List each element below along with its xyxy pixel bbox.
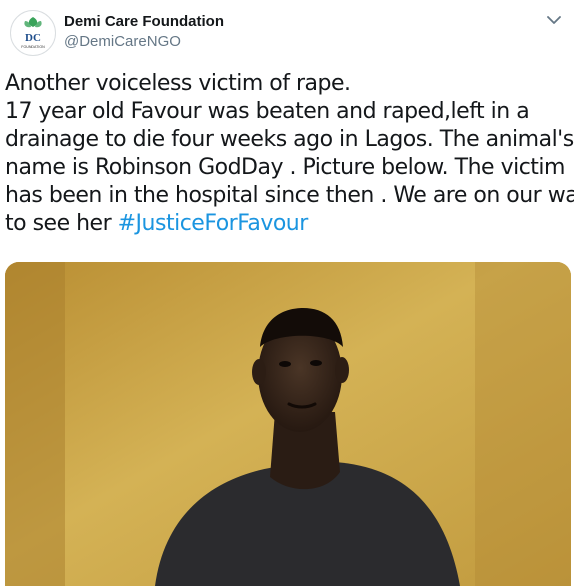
- tweet-text-line-last: to see her #JusticeForFavour: [5, 210, 571, 238]
- tweet-text: Another voiceless victim of rape. 17 yea…: [5, 70, 574, 238]
- tweet-text-line: 17 year old Favour was beaten and raped,…: [5, 99, 530, 124]
- avatar[interactable]: DC FOUNDATION: [10, 10, 56, 56]
- author-handle[interactable]: @DemiCareNGO: [64, 32, 224, 52]
- tweet-text-line: Another voiceless victim of rape.: [5, 71, 351, 96]
- author-names: Demi Care Foundation @DemiCareNGO: [64, 12, 224, 52]
- tweet-text-line: drainage to die four weeks ago in Lagos.…: [5, 127, 574, 152]
- chevron-down-icon: [547, 15, 561, 24]
- svg-text:FOUNDATION: FOUNDATION: [21, 45, 45, 49]
- demi-care-logo-icon: DC FOUNDATION: [12, 12, 54, 54]
- photo-of-man: [5, 262, 571, 586]
- hashtag-link[interactable]: #JusticeForFavour: [118, 211, 309, 236]
- author-display-name[interactable]: Demi Care Foundation: [64, 12, 224, 32]
- svg-text:DC: DC: [25, 32, 41, 44]
- tweet-card: DC FOUNDATION Demi Care Foundation @Demi…: [0, 0, 574, 586]
- tweet-photo[interactable]: [5, 262, 571, 586]
- tweet-text-line: name is Robinson GodDay . Picture below.…: [5, 155, 565, 180]
- tweet-menu-button[interactable]: [544, 10, 564, 30]
- tweet-text-line: has been in the hospital since then . We…: [5, 183, 574, 208]
- tweet-header: DC FOUNDATION Demi Care Foundation @Demi…: [10, 10, 564, 60]
- tweet-text-line: to see her: [5, 211, 118, 236]
